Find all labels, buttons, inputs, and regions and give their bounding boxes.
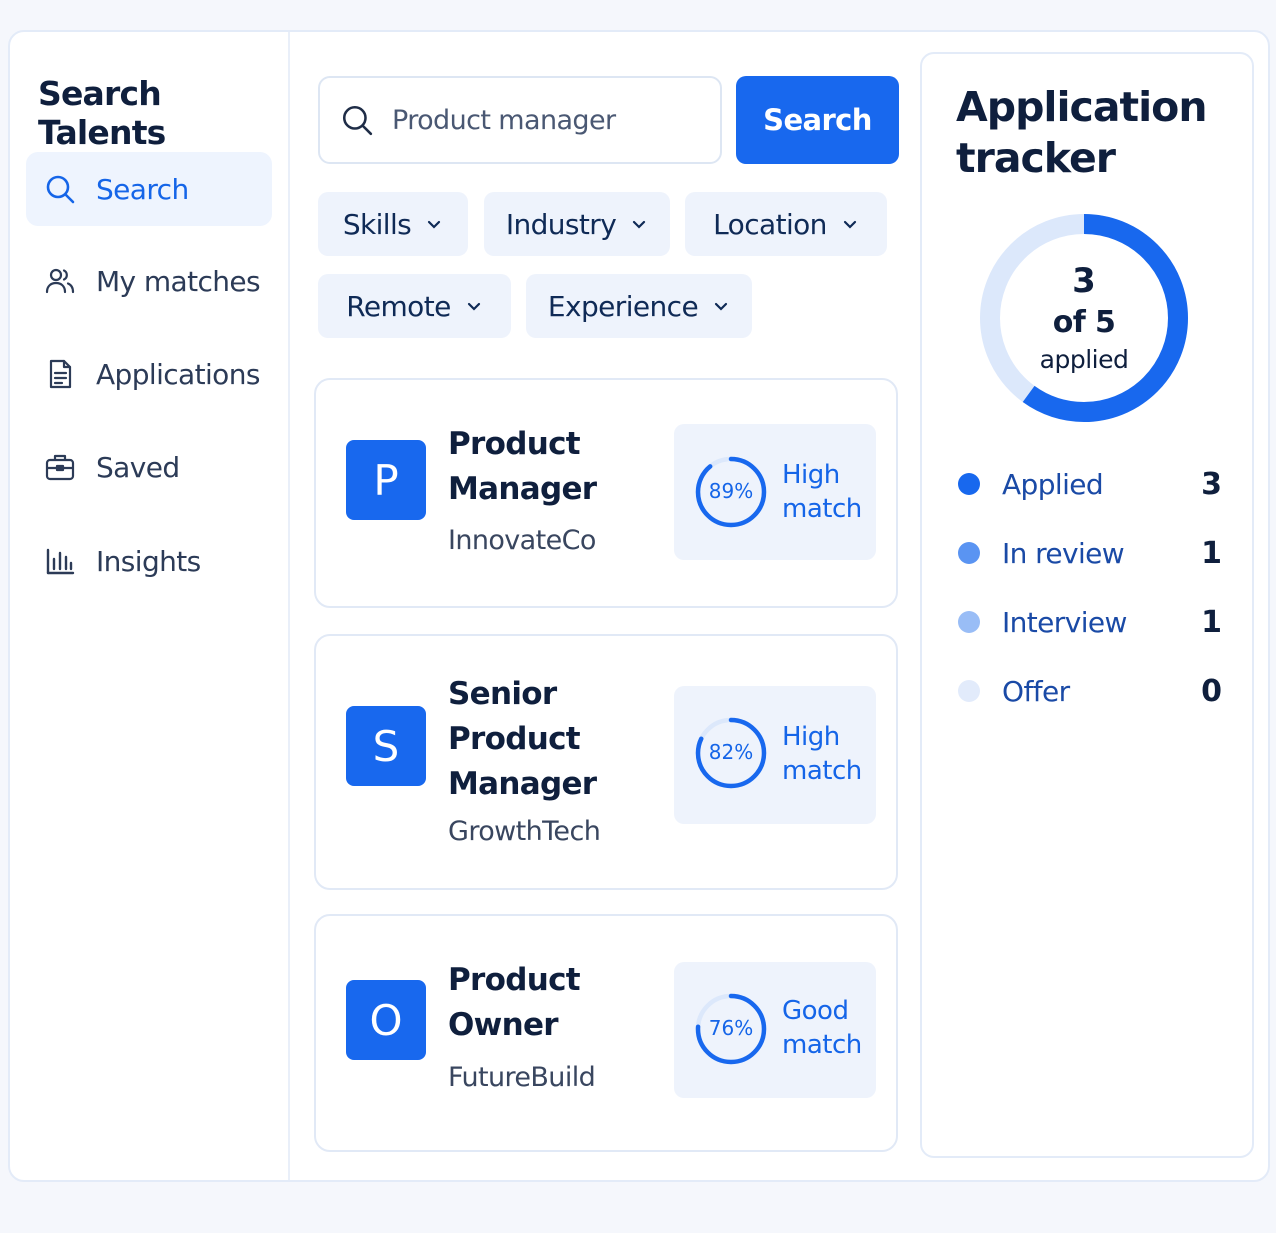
search-input[interactable] (392, 104, 692, 136)
legend-row-offer: Offer 0 (958, 671, 1222, 711)
chevron-down-icon (633, 220, 646, 229)
match-text: High match (782, 460, 862, 524)
briefcase-icon (42, 449, 78, 485)
company-logo: P (346, 440, 426, 520)
chevron-down-icon (714, 302, 728, 311)
match-badge: 76% Good match (674, 962, 876, 1098)
job-title[interactable]: Product Owner (448, 958, 648, 1048)
legend-dot (958, 473, 980, 495)
legend-row-in-review: In review 1 (958, 533, 1222, 573)
legend-dot (958, 542, 980, 564)
legend-label: Interview (1002, 605, 1127, 639)
company-name: FutureBuild (448, 1062, 596, 1093)
legend-label: Applied (1002, 467, 1104, 501)
company-name: InnovateCo (448, 525, 596, 556)
legend-count: 1 (1201, 535, 1222, 571)
sidebar-item-label: Insights (96, 544, 201, 578)
users-icon (42, 263, 78, 299)
match-percent: 76% (708, 1016, 754, 1040)
legend-label: Offer (1002, 674, 1070, 708)
sidebar-item-insights[interactable]: Insights (26, 524, 272, 598)
sidebar: Search Talents Search My matches Applica… (10, 32, 290, 1180)
search-icon (342, 105, 373, 136)
legend-count: 0 (1201, 673, 1222, 709)
match-percent: 82% (708, 740, 754, 764)
sidebar-item-search[interactable]: Search (26, 152, 272, 226)
sidebar-item-label: My matches (96, 264, 261, 298)
search-box (318, 76, 722, 164)
application-tracker: Application tracker 3 of 5 applied Appli… (920, 52, 1254, 1158)
chevron-down-icon (428, 220, 441, 229)
document-icon (42, 356, 78, 392)
tracker-title: Application tracker (956, 83, 1208, 182)
sidebar-item-label: Applications (96, 357, 260, 391)
match-text: High match (782, 722, 862, 786)
sidebar-item-applications[interactable]: Applications (26, 337, 272, 411)
filter-remote[interactable]: Remote (318, 274, 511, 338)
donut-center: 3 of 5 applied (978, 212, 1190, 424)
search-icon (42, 171, 78, 207)
job-card[interactable]: S Senior Product Manager GrowthTech 82% … (314, 634, 898, 890)
filter-label: Skills (342, 207, 412, 241)
filter-label: Location (713, 207, 827, 241)
legend-dot (958, 611, 980, 633)
app-window: Search Talents Search My matches Applica… (8, 30, 1270, 1182)
sidebar-item-my-matches[interactable]: My matches (26, 244, 272, 318)
match-badge: 82% High match (674, 686, 876, 824)
brand-title: Search Talents (38, 74, 166, 152)
search-button[interactable]: Search (736, 76, 899, 164)
chevron-down-icon (843, 220, 856, 229)
job-title[interactable]: Product Manager (448, 422, 648, 512)
applied-label: applied (1039, 345, 1129, 374)
company-name: GrowthTech (448, 816, 601, 847)
match-text: Good match (782, 996, 862, 1060)
legend-label: In review (1002, 536, 1125, 570)
filter-location[interactable]: Location (685, 192, 887, 256)
job-card[interactable]: O Product Owner FutureBuild 76% Good mat… (314, 914, 898, 1152)
company-logo: O (346, 980, 426, 1060)
match-percent: 89% (708, 479, 754, 503)
legend-row-applied: Applied 3 (958, 464, 1222, 504)
applied-total: of 5 (1052, 305, 1116, 340)
legend-dot (958, 680, 980, 702)
legend-row-interview: Interview 1 (958, 602, 1222, 642)
filter-experience[interactable]: Experience (526, 274, 752, 338)
filter-label: Industry (505, 207, 617, 241)
filter-industry[interactable]: Industry (484, 192, 670, 256)
filter-skills[interactable]: Skills (318, 192, 468, 256)
sidebar-item-label: Search (96, 172, 189, 206)
company-logo: S (346, 706, 426, 786)
bar-chart-icon (42, 543, 78, 579)
filter-label: Remote (346, 289, 451, 323)
chevron-down-icon (467, 302, 480, 311)
match-badge: 89% High match (674, 424, 876, 560)
filter-label: Experience (547, 289, 699, 323)
sidebar-item-saved[interactable]: Saved (26, 430, 272, 504)
legend-count: 1 (1201, 604, 1222, 640)
sidebar-item-label: Saved (96, 450, 180, 484)
applied-count: 3 (1072, 261, 1096, 301)
job-card[interactable]: P Product Manager InnovateCo 89% High ma… (314, 378, 898, 608)
job-title[interactable]: Senior Product Manager (448, 672, 648, 807)
legend-count: 3 (1201, 466, 1222, 502)
